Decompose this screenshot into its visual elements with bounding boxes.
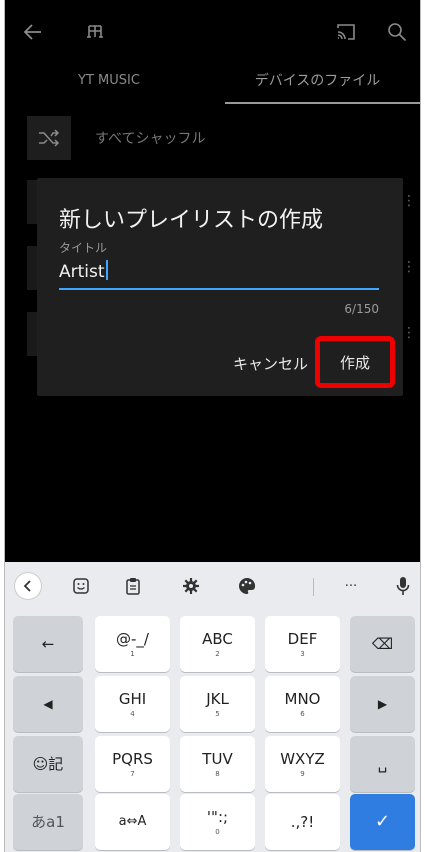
cancel-button[interactable]: キャンセル xyxy=(233,353,308,374)
dialog-title: 新しいプレイリストの作成 xyxy=(59,208,324,233)
key-0[interactable]: '":; 0 xyxy=(180,794,255,850)
cursor-left-key[interactable]: ◀ xyxy=(13,676,83,732)
key-cursor-back[interactable]: ← xyxy=(13,616,83,672)
key-7[interactable]: PQRS 7 xyxy=(95,736,170,792)
more-icon[interactable]: ··· xyxy=(337,572,365,600)
punctuation-key[interactable]: .,?! xyxy=(265,794,340,850)
microphone-icon[interactable] xyxy=(389,572,417,600)
space-key[interactable]: ␣ xyxy=(350,736,415,792)
keyboard: ··· ← @-_/1 ABC 2 DEF 3 ⌫ ◀ GHI 4 JKL 5 MNO 6… xyxy=(5,562,420,852)
tab-indicator xyxy=(225,102,420,104)
key-2[interactable]: ABC 2 xyxy=(180,616,255,672)
input-mode-key[interactable]: あa1 xyxy=(13,794,83,850)
title-input-underline xyxy=(59,288,379,290)
shuffle-all-row[interactable]: すべてシャッフル xyxy=(5,112,420,170)
shuffle-all-label: すべてシャッフル xyxy=(95,131,206,147)
key-3[interactable]: DEF 3 xyxy=(265,616,340,672)
emoji-symbol-key[interactable]: ☺記 xyxy=(13,736,83,792)
cast-icon[interactable] xyxy=(332,18,360,46)
character-counter: 6/150 xyxy=(344,302,379,316)
key-9[interactable]: WXYZ 9 xyxy=(265,736,340,792)
clipboard-icon[interactable] xyxy=(119,572,147,600)
phone-screen: YT MUSIC デバイスのファイル すべてシャッフル ⋮ ⋮ ⋮ 新しいプレイ… xyxy=(4,0,421,852)
tab-bar: YT MUSIC デバイスのファイル xyxy=(5,64,420,104)
tab-device-files[interactable]: デバイスのファイル xyxy=(213,64,420,104)
settings-gear-icon[interactable] xyxy=(177,572,205,600)
arrow-left-icon[interactable] xyxy=(19,18,47,46)
keyboard-toolbar: ··· xyxy=(5,562,420,610)
shuffle-icon xyxy=(27,116,71,160)
app-bar xyxy=(5,0,420,64)
title-input-value: Artist xyxy=(59,262,105,282)
text-caret xyxy=(105,260,108,280)
music-note-icon xyxy=(81,18,109,46)
emoji-icon[interactable] xyxy=(67,572,95,600)
key-1[interactable]: @-_/1 xyxy=(95,616,170,672)
backspace-key[interactable]: ⌫ xyxy=(350,616,415,672)
palette-icon[interactable] xyxy=(233,572,261,600)
key-4[interactable]: GHI 4 xyxy=(95,676,170,732)
case-toggle-key[interactable]: a⇔A xyxy=(95,794,170,850)
key-8[interactable]: TUV 8 xyxy=(180,736,255,792)
title-field-label: タイトル xyxy=(59,241,108,255)
search-icon[interactable] xyxy=(383,18,411,46)
chevron-left-icon[interactable] xyxy=(15,573,41,599)
new-playlist-dialog: 新しいプレイリストの作成 タイトル Artist 6/150 キャンセル 作成 xyxy=(37,178,403,396)
title-input[interactable]: Artist xyxy=(59,260,379,286)
create-button-highlight: 作成 xyxy=(315,336,395,388)
tab-yt-music[interactable]: YT MUSIC xyxy=(5,64,213,104)
key-5[interactable]: JKL 5 xyxy=(180,676,255,732)
toolbar-divider xyxy=(313,578,314,596)
cursor-right-key[interactable]: ▶ xyxy=(350,676,415,732)
create-button[interactable]: 作成 xyxy=(320,341,390,383)
key-6[interactable]: MNO 6 xyxy=(265,676,340,732)
enter-key[interactable]: ✓ xyxy=(350,794,415,850)
